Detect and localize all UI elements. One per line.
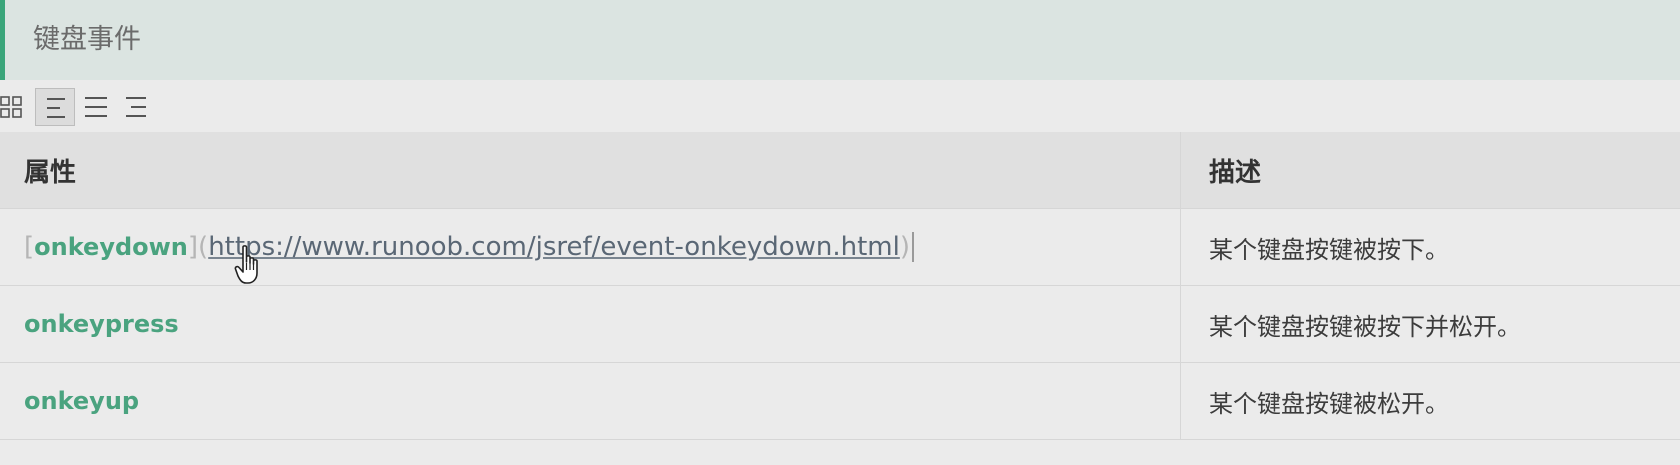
align-center-icon [85,97,107,117]
description-text: 某个键盘按键被松开。 [1209,389,1449,418]
table-toolbar [0,86,200,130]
align-center-button[interactable] [76,88,116,126]
table-row: onkeypress 某个键盘按键被按下并松开。 [0,286,1680,363]
cell-property[interactable]: onkeypress [0,286,1180,362]
markdown-bracket: [ [24,232,35,262]
property-name: onkeypress [24,310,179,338]
header-cell-property[interactable]: 属性 [0,132,1180,208]
cell-description[interactable]: 某个键盘按键被松开。 [1180,363,1680,439]
table-grid-button[interactable] [0,88,32,126]
cell-description[interactable]: 某个键盘按键被按下并松开。 [1180,286,1680,362]
align-right-icon [126,97,146,117]
description-text: 某个键盘按键被按下。 [1209,235,1449,264]
markdown-bracket: ]( [187,232,209,262]
header-label-property: 属性 [24,157,77,188]
align-right-button[interactable] [115,88,155,126]
table-header-row: 属性 描述 [0,132,1680,209]
property-name: onkeydown [34,233,188,261]
header-label-description: 描述 [1209,157,1262,188]
description-text: 某个键盘按键被按下并松开。 [1209,312,1521,341]
table-row: onkeyup 某个键盘按键被松开。 [0,363,1680,440]
align-left-icon [47,98,65,118]
cell-description[interactable]: 某个键盘按键被按下。 [1180,209,1680,285]
section-heading-title: 键盘事件 [33,24,141,55]
markdown-editor-view: 键盘事件 属性 描述 [onkeydown](https://www.ru… [0,0,1680,465]
markdown-bracket: ) [899,232,910,262]
property-name: onkeyup [24,387,140,415]
section-heading: 键盘事件 [0,0,1680,80]
cell-property[interactable]: onkeyup [0,363,1180,439]
table-grid-icon [0,96,22,118]
header-cell-description[interactable]: 描述 [1180,132,1680,208]
align-left-button[interactable] [35,88,75,126]
hand-pointer-cursor-icon [234,245,258,284]
property-link[interactable]: https://www.runoob.com/jsref/event-onkey… [208,232,900,262]
text-caret [912,232,914,262]
cell-property[interactable]: [ onkeydown ]( https://www.runoob.com/js… [0,209,1180,285]
